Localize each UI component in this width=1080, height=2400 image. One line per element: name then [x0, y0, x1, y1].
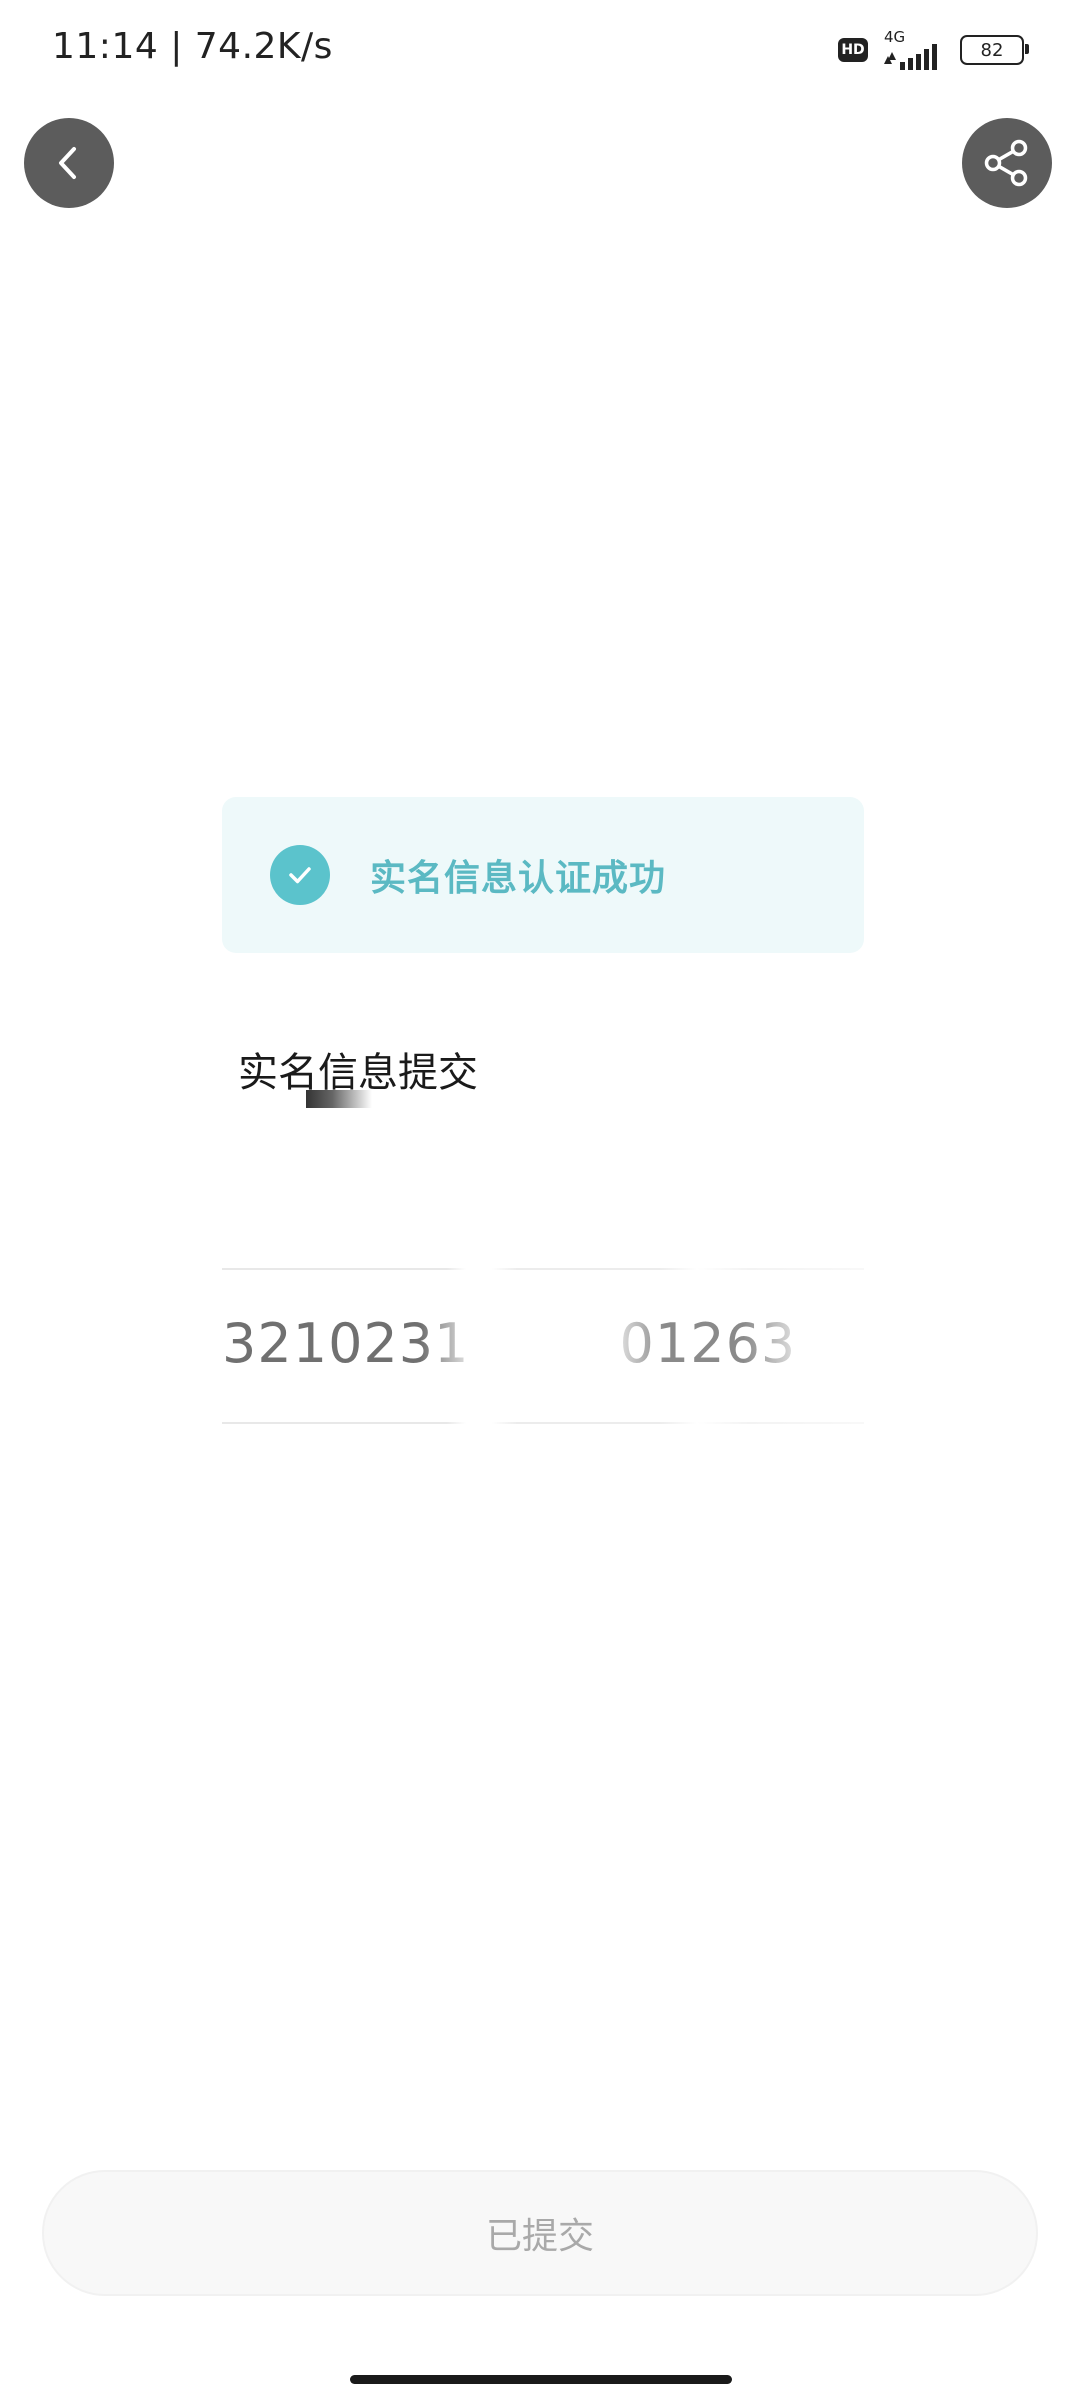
hd-icon: HD: [838, 38, 868, 62]
success-message: 实名信息认证成功: [370, 858, 667, 899]
id-number-part-1: 3210231: [222, 1312, 470, 1375]
back-button[interactable]: [24, 118, 114, 208]
check-icon: [270, 845, 330, 905]
field-divider-top: [222, 1268, 864, 1270]
battery-icon: 82: [960, 35, 1029, 65]
id-number-field: 3210231 01263: [222, 1268, 864, 1424]
chevron-left-icon: [59, 147, 76, 179]
status-time-speed: 11:14 | 74.2K/s: [52, 26, 333, 67]
home-indicator[interactable]: [350, 2375, 732, 2384]
status-bar: 11:14 | 74.2K/s HD 4G 82: [0, 0, 1080, 100]
battery-level: 82: [980, 39, 1004, 61]
status-icons: HD 4G 82: [838, 28, 1029, 70]
redaction-mark: [306, 1090, 372, 1108]
share-button[interactable]: [962, 118, 1052, 208]
share-icon: [984, 139, 1028, 187]
success-banner: 实名信息认证成功: [222, 797, 864, 953]
signal-icon: 4G: [882, 28, 946, 70]
id-number-value: 3210231 01263: [222, 1312, 796, 1375]
field-divider-bottom: [222, 1422, 864, 1424]
id-number-part-2: 01263: [619, 1312, 797, 1375]
submitted-button[interactable]: 已提交: [42, 2170, 1038, 2296]
